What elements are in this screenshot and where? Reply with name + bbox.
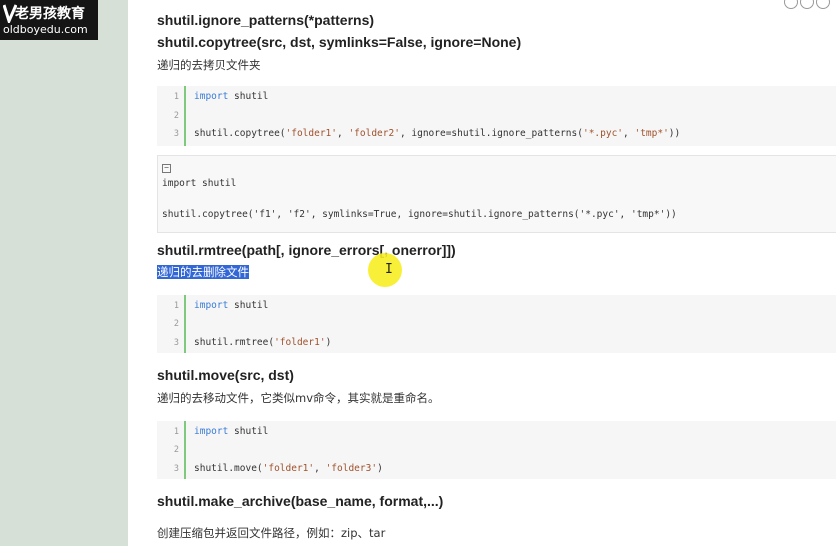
heading-make-archive: shutil.make_archive(base_name, format,..… [157,493,444,509]
code-line: import shutil [194,91,269,102]
oldboy-logo: 老男孩教育 oldboyedu.com [0,0,98,40]
line-number: 1 [173,427,179,437]
code-line: shutil.rmtree('folder1') [194,337,332,348]
code-line: shutil.move('folder1', 'folder3') [194,463,383,474]
window-controls[interactable] [782,0,830,13]
line-number: 1 [173,301,179,311]
move-description: 递归的去移动文件，它类似mv命令，其实就是重命名。 [157,391,440,405]
rmtree-description[interactable]: 递归的去删除文件 [157,264,249,280]
code-line: import shutil [162,178,237,189]
line-number: 2 [173,445,179,455]
make-archive-description: 创建压缩包并返回文件路径，例如：zip、tar [157,526,386,540]
line-number: 3 [173,464,179,474]
code-line: shutil.copytree('f1', 'f2', symlinks=Tru… [162,209,677,220]
line-number: 3 [173,129,179,139]
logo-url: oldboyedu.com [3,23,88,36]
code-line: shutil.copytree('folder1', 'folder2', ig… [194,128,681,139]
line-number: 3 [173,338,179,348]
heading-rmtree: shutil.rmtree(path[, ignore_errors[, one… [157,242,456,258]
code-block-move: 1 2 3 import shutil shutil.move('folder1… [157,421,836,479]
heading-move: shutil.move(src, dst) [157,367,294,383]
heading-ignore-patterns: shutil.ignore_patterns(*patterns) [157,12,375,28]
left-sidebar: 老男孩教育 oldboyedu.com [0,0,128,546]
code-line: import shutil [194,426,269,437]
code-line: import shutil [194,300,269,311]
logo-text: 老男孩教育 [15,6,85,22]
code-block-rmtree: 1 2 3 import shutil shutil.rmtree('folde… [157,295,836,353]
line-number: 1 [173,92,179,102]
copytree-description: 递归的去拷贝文件夹 [157,58,261,72]
selected-text: 递归的去删除文件 [157,265,249,279]
line-number: 2 [173,319,179,329]
code-block-copytree: 1 2 3 import shutil shutil.copytree('fol… [157,86,836,146]
text-cursor-icon: I [385,262,393,277]
heading-copytree: shutil.copytree(src, dst, symlinks=False… [157,34,522,50]
line-number: 2 [173,111,179,121]
article-content: shutil.ignore_patterns(*patterns) shutil… [128,0,836,546]
plain-code-block-copytree: − import shutil shutil.copytree('f1', 'f… [157,155,836,233]
collapse-toggle-icon[interactable]: − [162,164,171,173]
